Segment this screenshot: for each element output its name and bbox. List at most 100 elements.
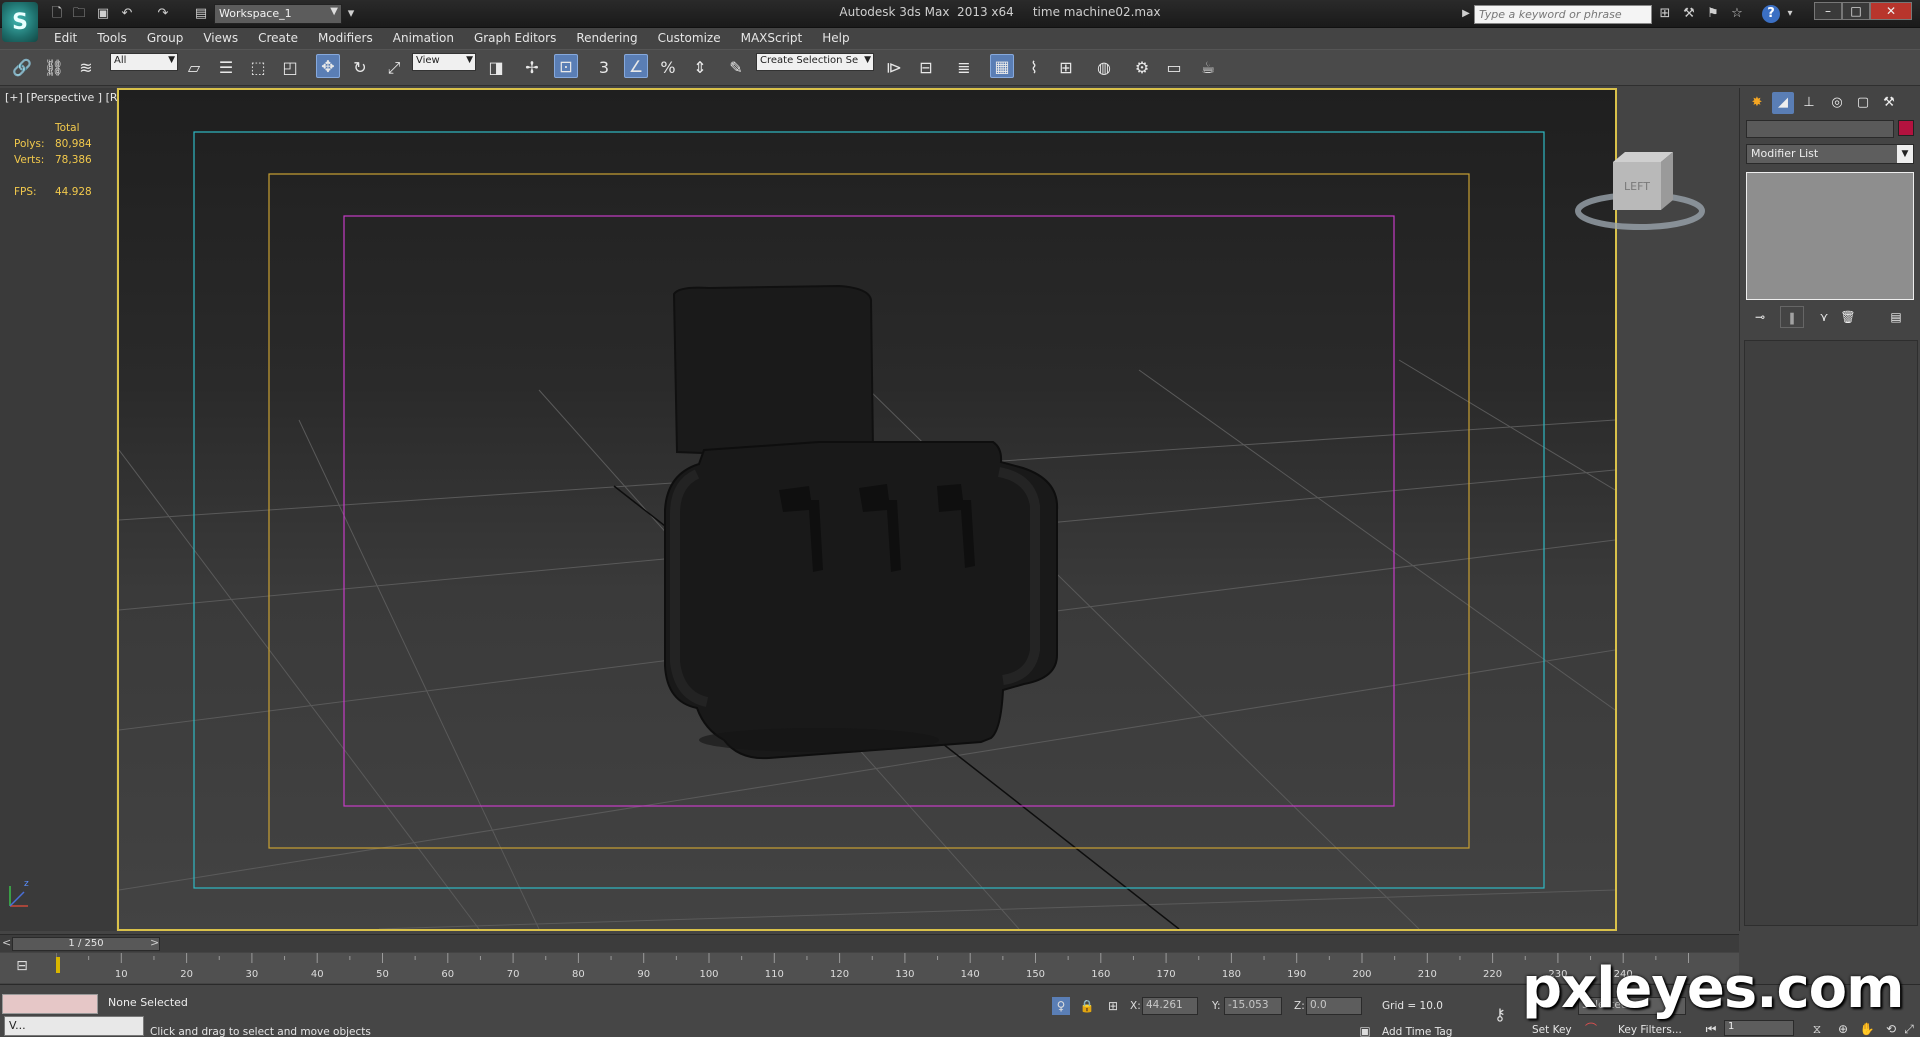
- absolute-mode-transform-icon[interactable]: ⊞: [1104, 997, 1122, 1015]
- utilities-tab-icon[interactable]: ⚒: [1878, 92, 1900, 114]
- window-crossing-icon[interactable]: ◰: [278, 56, 302, 80]
- bind-space-warp-icon[interactable]: ≋: [74, 56, 98, 80]
- add-time-tag-button[interactable]: Add Time Tag: [1382, 1026, 1452, 1037]
- rectangular-selection-icon[interactable]: ⬚: [246, 56, 270, 80]
- configure-modifier-sets-icon[interactable]: ▤: [1884, 306, 1908, 328]
- minimize-button[interactable]: –: [1814, 2, 1842, 20]
- menu-graph-editors[interactable]: Graph Editors: [464, 28, 566, 48]
- menu-animation[interactable]: Animation: [383, 28, 464, 48]
- communication-center-icon[interactable]: ⚑: [1704, 5, 1722, 23]
- project-folder-icon[interactable]: ▤: [192, 5, 210, 23]
- pan-view-hand-icon[interactable]: ✋: [1858, 1020, 1876, 1037]
- object-color-swatch[interactable]: [1898, 120, 1914, 136]
- menu-customize[interactable]: Customize: [648, 28, 731, 48]
- menu-group[interactable]: Group: [137, 28, 194, 48]
- display-tab-icon[interactable]: ▢: [1852, 92, 1874, 114]
- curve-editor-icon[interactable]: ⌇: [1022, 56, 1046, 80]
- reference-coordinate-dropdown[interactable]: View ▼: [412, 53, 476, 71]
- menu-views[interactable]: Views: [193, 28, 248, 48]
- default-in-out-tangents-icon[interactable]: ⌒: [1582, 1020, 1600, 1037]
- selection-lock-icon[interactable]: 🔒: [1078, 997, 1096, 1015]
- time-tag-icon[interactable]: ▣: [1356, 1022, 1374, 1037]
- menu-tools[interactable]: Tools: [87, 28, 137, 48]
- maximize-button[interactable]: □: [1842, 2, 1870, 20]
- help-icon[interactable]: ?: [1762, 5, 1780, 23]
- close-button[interactable]: ✕: [1870, 2, 1912, 20]
- go-to-start-icon[interactable]: ⏮: [1702, 1020, 1720, 1037]
- orbit-icon[interactable]: ⟲: [1882, 1020, 1900, 1037]
- open-file-icon[interactable]: 🗀: [70, 5, 88, 23]
- edit-named-selection-icon[interactable]: ✎: [724, 56, 748, 80]
- rendered-frame-window-icon[interactable]: ▭: [1162, 56, 1186, 80]
- render-production-teapot-icon[interactable]: ☕: [1196, 56, 1220, 80]
- select-and-link-icon[interactable]: 🔗: [10, 56, 34, 80]
- angle-snap-toggle-icon[interactable]: ∠: [624, 54, 648, 78]
- select-by-name-icon[interactable]: ☰: [214, 56, 238, 80]
- manipulate-icon[interactable]: ✢: [520, 56, 544, 80]
- time-slider[interactable]: < 1 / 250 >: [0, 934, 1739, 952]
- layer-manager-icon[interactable]: ≣: [952, 56, 976, 80]
- new-file-icon[interactable]: 🗋: [48, 5, 66, 23]
- remove-modifier-icon[interactable]: 🗑: [1836, 306, 1860, 328]
- named-selection-sets-dropdown[interactable]: Create Selection Se ▼: [756, 53, 874, 71]
- modifier-list-dropdown[interactable]: Modifier List ▼: [1746, 144, 1914, 164]
- time-slider-prev-button[interactable]: <: [2, 936, 11, 949]
- graphite-modeling-tools-icon[interactable]: ▦: [990, 54, 1014, 78]
- help-menu-chevron-icon[interactable]: ▾: [1784, 5, 1796, 23]
- application-logo-button[interactable]: S: [2, 2, 38, 42]
- hierarchy-tab-icon[interactable]: ⊥: [1798, 92, 1820, 114]
- minimized-window-tab[interactable]: V...: [4, 1016, 144, 1036]
- track-bar-ruler[interactable]: 10 20 30 40 50 60 70 80 90 100 110 120 130 140 150 160 1…: [56, 953, 1739, 983]
- subscription-icon[interactable]: ⚒: [1680, 5, 1698, 23]
- x-coordinate-field[interactable]: 44.261: [1142, 997, 1198, 1015]
- quick-access-menu-icon[interactable]: ▾: [344, 5, 358, 23]
- zoom-extents-icon[interactable]: ⊕: [1834, 1020, 1852, 1037]
- set-key-button[interactable]: Set Key: [1532, 1024, 1572, 1036]
- motion-tab-icon[interactable]: ◎: [1826, 92, 1848, 114]
- workspace-dropdown[interactable]: Workspace_1 ▼: [214, 4, 342, 24]
- y-coordinate-field[interactable]: -15.053: [1224, 997, 1282, 1015]
- play-arrow-icon[interactable]: ▶: [1460, 5, 1472, 23]
- menu-maxscript[interactable]: MAXScript: [731, 28, 813, 48]
- unlink-selection-icon[interactable]: ⛓: [42, 56, 66, 80]
- selection-filter-dropdown[interactable]: All ▼: [110, 53, 178, 71]
- z-coordinate-field[interactable]: 0.0: [1306, 997, 1362, 1015]
- mini-curve-editor-icon[interactable]: ⊟: [10, 958, 34, 978]
- material-editor-icon[interactable]: ◍: [1092, 56, 1116, 80]
- binoculars-icon[interactable]: ⊞: [1656, 5, 1674, 23]
- select-object-icon[interactable]: ▱: [182, 56, 206, 80]
- mirror-icon[interactable]: ⧐: [882, 56, 906, 80]
- maximize-viewport-icon[interactable]: ⤢: [1900, 1020, 1918, 1037]
- time-slider-handle[interactable]: 1 / 250: [12, 937, 160, 951]
- create-tab-icon[interactable]: ✸: [1746, 92, 1768, 114]
- percent-snap-toggle-icon[interactable]: %: [656, 56, 680, 80]
- spinner-snap-toggle-icon[interactable]: ⇕: [688, 56, 712, 80]
- menu-edit[interactable]: Edit: [44, 28, 87, 48]
- align-icon[interactable]: ⊟: [914, 56, 938, 80]
- key-filters-button[interactable]: Key Filters...: [1618, 1024, 1682, 1036]
- time-slider-next-button[interactable]: >: [150, 936, 159, 949]
- maxscript-mini-listener[interactable]: [2, 994, 98, 1014]
- menu-modifiers[interactable]: Modifiers: [308, 28, 383, 48]
- viewcube[interactable]: LEFT: [1575, 150, 1705, 230]
- modify-tab-icon[interactable]: ◢: [1772, 92, 1794, 114]
- current-frame-field[interactable]: 1: [1724, 1020, 1794, 1036]
- redo-icon[interactable]: ↷: [154, 5, 172, 23]
- set-keys-key-icon[interactable]: ⚷: [1488, 1006, 1512, 1024]
- modifier-stack-list[interactable]: [1746, 172, 1914, 300]
- make-unique-icon[interactable]: ⋎: [1812, 306, 1836, 328]
- pin-stack-icon[interactable]: ⊸: [1748, 306, 1772, 328]
- time-configuration-icon[interactable]: ⧖: [1808, 1020, 1826, 1037]
- menu-help[interactable]: Help: [812, 28, 859, 48]
- perspective-viewport[interactable]: [117, 88, 1617, 931]
- object-name-input[interactable]: [1746, 120, 1894, 138]
- undo-icon[interactable]: ↶: [118, 5, 136, 23]
- snaps-toggle-icon[interactable]: 3: [592, 56, 616, 80]
- viewcube-right-face[interactable]: [1661, 152, 1673, 210]
- menu-rendering[interactable]: Rendering: [566, 28, 647, 48]
- isolate-selection-icon[interactable]: ♀: [1052, 997, 1070, 1015]
- select-and-move-icon[interactable]: ✥: [316, 54, 340, 78]
- save-file-icon[interactable]: ▣: [94, 5, 112, 23]
- schematic-view-icon[interactable]: ⊞: [1054, 56, 1078, 80]
- show-end-result-icon[interactable]: ∥: [1780, 306, 1804, 328]
